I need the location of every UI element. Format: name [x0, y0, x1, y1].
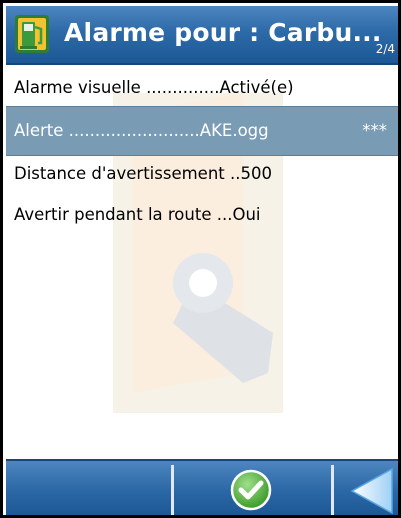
page-title: Alarme pour : Carbu... [64, 18, 382, 47]
setting-row-distance[interactable]: Distance d'avertissement ..500 [6, 155, 398, 193]
setting-row-avertir[interactable]: Avertir pendant la route ...Oui [6, 196, 398, 234]
bottom-toolbar [6, 459, 398, 516]
page-indicator: 2/4 [375, 42, 395, 56]
setting-label: Alerte .........................AKE.ogg [14, 121, 269, 140]
toolbar-separator [331, 465, 334, 515]
title-bar: Alarme pour : Carbu... 2/4 [6, 6, 398, 65]
setting-suffix: *** [362, 121, 387, 140]
fuel-pump-icon [15, 15, 49, 53]
setting-label: Alarme visuelle ..............Activé(e) [14, 78, 294, 97]
setting-label: Avertir pendant la route ...Oui [14, 205, 261, 224]
setting-label: Distance d'avertissement ..500 [14, 164, 272, 183]
setting-row-alarme-visuelle[interactable]: Alarme visuelle ..............Activé(e) [6, 69, 398, 107]
setting-row-alerte[interactable]: Alerte .........................AKE.ogg … [6, 106, 398, 156]
window-frame: Alarme pour : Carbu... 2/4 Alarme visuel… [0, 0, 401, 518]
check-circle-icon[interactable] [230, 469, 272, 511]
triangle-left-icon[interactable] [340, 465, 398, 516]
toolbar-separator [171, 465, 174, 515]
